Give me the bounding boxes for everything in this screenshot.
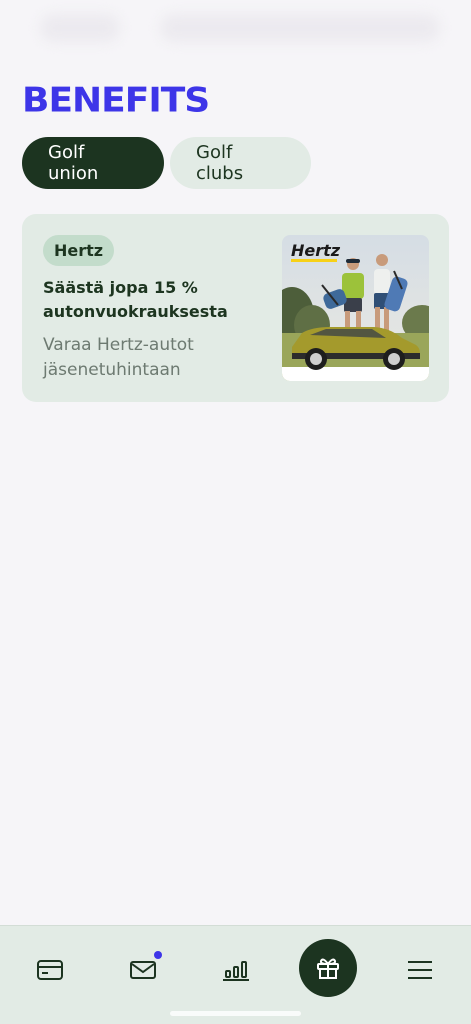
hertz-logo-text: Hertz (291, 241, 341, 260)
bottom-navigation (0, 925, 471, 1024)
status-bar (0, 0, 471, 60)
hertz-golf-car-illustration: Hertz (282, 235, 429, 381)
benefit-subtitle: Varaa Hertz-autot jäsenetuhintaan (43, 335, 194, 380)
benefit-badge: Hertz (43, 235, 115, 266)
nav-benefits[interactable] (299, 939, 357, 997)
home-indicator (170, 1011, 301, 1016)
status-time-blur (40, 14, 120, 42)
tab-golf-clubs[interactable]: Golf clubs (170, 137, 311, 189)
tab-golf-union[interactable]: Golf union (22, 137, 164, 189)
status-indicators-blur (160, 14, 440, 42)
benefit-title: Säästä jopa 15 % autonvuokrauksesta (43, 278, 228, 321)
nav-statistics[interactable] (214, 948, 258, 992)
nav-card[interactable] (28, 948, 72, 992)
card-icon (37, 960, 63, 980)
benefit-card-hertz[interactable]: Hertz Säästä jopa 15 % autonvuokrauksest… (22, 214, 449, 402)
nav-menu[interactable] (398, 948, 442, 992)
notification-dot (154, 951, 162, 959)
menu-icon (408, 961, 432, 979)
app: BENEFITS Golf union Golf clubs Hertz Sää… (0, 0, 471, 1024)
benefit-image: Hertz (282, 235, 429, 381)
page-title: BENEFITS (22, 81, 210, 120)
nav-messages[interactable] (121, 948, 165, 992)
tab-bar: Golf union Golf clubs (22, 137, 311, 189)
stats-icon (223, 961, 249, 981)
mail-icon (130, 961, 156, 979)
gift-icon (317, 958, 339, 979)
